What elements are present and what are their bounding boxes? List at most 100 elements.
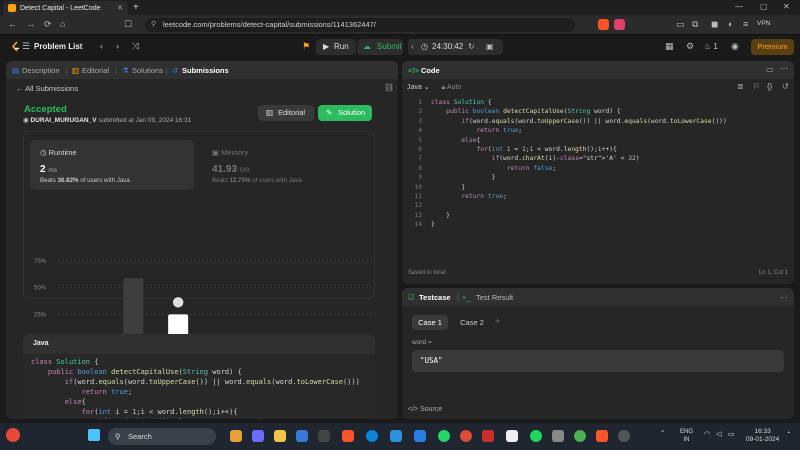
avatar[interactable]: ◉ bbox=[731, 41, 739, 52]
menu-icon[interactable]: ≡ bbox=[743, 19, 748, 29]
settings-icon[interactable]: ⚙ bbox=[686, 41, 694, 52]
mcafee-icon[interactable] bbox=[482, 430, 494, 442]
reload-icon[interactable]: ⟳ bbox=[44, 19, 52, 30]
photos-icon[interactable] bbox=[296, 430, 308, 442]
more-options-icon[interactable]: ⋯ bbox=[780, 293, 788, 302]
extensions-icon[interactable]: ⧉ bbox=[692, 19, 698, 30]
reset-timer-icon[interactable]: ↻ bbox=[468, 39, 475, 55]
back-icon[interactable]: ← bbox=[8, 19, 17, 29]
vpn-button[interactable]: VPN bbox=[757, 20, 770, 27]
tab-solutions[interactable]: Solutions bbox=[132, 66, 163, 75]
tab-testcase[interactable]: Testcase bbox=[419, 293, 451, 302]
notes-icon[interactable]: ▣ bbox=[486, 39, 494, 55]
bookmark-code-icon[interactable]: ⚐ bbox=[753, 82, 760, 91]
debug-icon[interactable]: ⚑ bbox=[302, 41, 310, 52]
code-editor[interactable]: 1 class Solution {2 public boolean detect… bbox=[402, 98, 794, 268]
braces-icon[interactable]: {} bbox=[767, 82, 772, 91]
user-avatar-icon[interactable]: ◉ bbox=[23, 117, 29, 124]
profile-icon[interactable]: ◐ bbox=[728, 19, 733, 29]
format-icon[interactable]: ≣ bbox=[737, 82, 744, 91]
battery-icon[interactable]: ▭ bbox=[728, 430, 735, 438]
system-tray-chevron-icon[interactable]: ⌃ bbox=[660, 429, 665, 437]
solution-button[interactable]: ✎ Solution bbox=[318, 105, 372, 121]
streak-counter[interactable]: ♨ 1 bbox=[704, 42, 718, 51]
teams-icon[interactable] bbox=[252, 430, 264, 442]
more-options-icon[interactable]: ⋯ bbox=[780, 64, 788, 73]
case-1-tab[interactable]: Case 1 bbox=[412, 315, 448, 330]
problem-list-link[interactable]: Problem List bbox=[34, 42, 82, 51]
case-2-tab[interactable]: Case 2 bbox=[454, 315, 490, 330]
timer[interactable]: ‹ ◷ 24:30:42 ↻ ▣ bbox=[408, 39, 503, 55]
chrome-icon[interactable] bbox=[460, 430, 472, 442]
code-line: return true; bbox=[476, 127, 523, 135]
address-bar-row: ← → ⟳ ⌂ ☐ ⚲ leetcode.com/problems/detect… bbox=[0, 15, 800, 35]
edge-icon[interactable] bbox=[366, 430, 378, 442]
wifi-icon[interactable]: ◠ bbox=[704, 430, 710, 438]
next-problem-icon[interactable]: › bbox=[116, 41, 119, 51]
line-number: 6 bbox=[418, 146, 422, 153]
source-link[interactable]: </> Source bbox=[408, 406, 442, 413]
app-icon[interactable] bbox=[552, 430, 564, 442]
leetcode-logo-icon[interactable] bbox=[10, 41, 22, 53]
clock[interactable]: 16:33 09-01-2024 bbox=[746, 428, 779, 444]
new-tab-icon[interactable]: + bbox=[133, 2, 139, 13]
browser-tab[interactable]: Detect Capital - LeetCode ✕ bbox=[3, 1, 128, 15]
close-window-icon[interactable]: ✕ bbox=[783, 2, 790, 11]
tab-description[interactable]: Description bbox=[22, 66, 60, 75]
code-line: if(word.charAt(i)-class="str">'A' < 32) bbox=[31, 417, 367, 419]
submit-button[interactable]: ☁ Submit bbox=[357, 39, 403, 55]
home-icon[interactable]: ⌂ bbox=[60, 19, 65, 29]
minimize-icon[interactable]: — bbox=[735, 2, 743, 11]
premium-button[interactable]: Premium bbox=[751, 39, 794, 55]
word-icon[interactable] bbox=[414, 430, 426, 442]
maximize-icon[interactable]: ▢ bbox=[760, 2, 768, 11]
camera-icon[interactable] bbox=[318, 430, 330, 442]
url-input[interactable]: ⚲ leetcode.com/problems/detect-capital/s… bbox=[145, 18, 575, 32]
taskbar-search[interactable]: ⚲ Search bbox=[108, 428, 216, 445]
site-info-icon[interactable]: ⚲ bbox=[151, 18, 156, 32]
close-tab-icon[interactable]: ✕ bbox=[117, 4, 123, 12]
vscode-icon[interactable] bbox=[390, 430, 402, 442]
reset-code-icon[interactable]: ↺ bbox=[782, 82, 789, 91]
brave-icon[interactable] bbox=[342, 430, 354, 442]
brave-window-icon[interactable] bbox=[596, 430, 608, 442]
prev-problem-icon[interactable]: ‹ bbox=[100, 41, 103, 51]
brave-rewards-icon[interactable] bbox=[614, 19, 625, 30]
tab-submissions[interactable]: Submissions bbox=[182, 66, 229, 75]
whatsapp-icon[interactable] bbox=[438, 430, 450, 442]
language-indicator[interactable]: ENG IN bbox=[680, 428, 693, 444]
widgets-icon[interactable] bbox=[230, 430, 242, 442]
brave-shields-icon[interactable] bbox=[598, 19, 609, 30]
all-submissions-link[interactable]: ← All Submissions bbox=[16, 84, 78, 93]
problem-list-icon[interactable]: ☰ bbox=[22, 41, 30, 52]
start-icon[interactable] bbox=[88, 429, 100, 441]
layout-icon[interactable]: ▦ bbox=[665, 41, 674, 52]
bookmark-icon[interactable]: ☐ bbox=[124, 19, 132, 30]
language-select[interactable]: Java ⌄ bbox=[407, 84, 430, 91]
tab-test-result[interactable]: Test Result bbox=[476, 293, 513, 302]
file-explorer-icon[interactable] bbox=[274, 430, 286, 442]
chrome-profile-icon[interactable] bbox=[574, 430, 586, 442]
tab-editorial[interactable]: Editorial bbox=[82, 66, 109, 75]
editorial-button[interactable]: ▥ Editorial bbox=[258, 105, 314, 121]
app-icon[interactable] bbox=[506, 430, 518, 442]
input-value-field[interactable]: "USA" bbox=[412, 350, 784, 372]
add-case-icon[interactable]: + bbox=[495, 316, 500, 326]
weather-widget-icon[interactable] bbox=[6, 428, 20, 442]
collapse-timer-icon[interactable]: ‹ bbox=[411, 39, 414, 55]
app-icon[interactable] bbox=[618, 430, 630, 442]
notifications-icon[interactable]: ◔ bbox=[786, 430, 790, 437]
maximize-panel-icon[interactable]: ▭ bbox=[766, 65, 774, 74]
sidebar-icon[interactable]: ▭ bbox=[676, 19, 685, 30]
run-button[interactable]: ▶ Run bbox=[316, 39, 356, 55]
chart-bar[interactable] bbox=[123, 278, 144, 341]
share-link-icon[interactable]: ⛓ bbox=[384, 83, 394, 92]
spotify-icon[interactable] bbox=[530, 430, 542, 442]
volume-icon[interactable]: ◁ bbox=[716, 430, 721, 438]
wallet-icon[interactable]: ◼ bbox=[711, 19, 718, 30]
forward-icon[interactable]: → bbox=[26, 19, 35, 29]
auto-mode-toggle[interactable]: 🔒︎ Auto bbox=[442, 84, 462, 91]
shuffle-icon[interactable]: ⤨ bbox=[132, 41, 139, 52]
language-row: Java ⌄ 🔒︎ Auto bbox=[407, 83, 461, 92]
username[interactable]: DURAI_MURUGAN_V bbox=[30, 117, 96, 124]
